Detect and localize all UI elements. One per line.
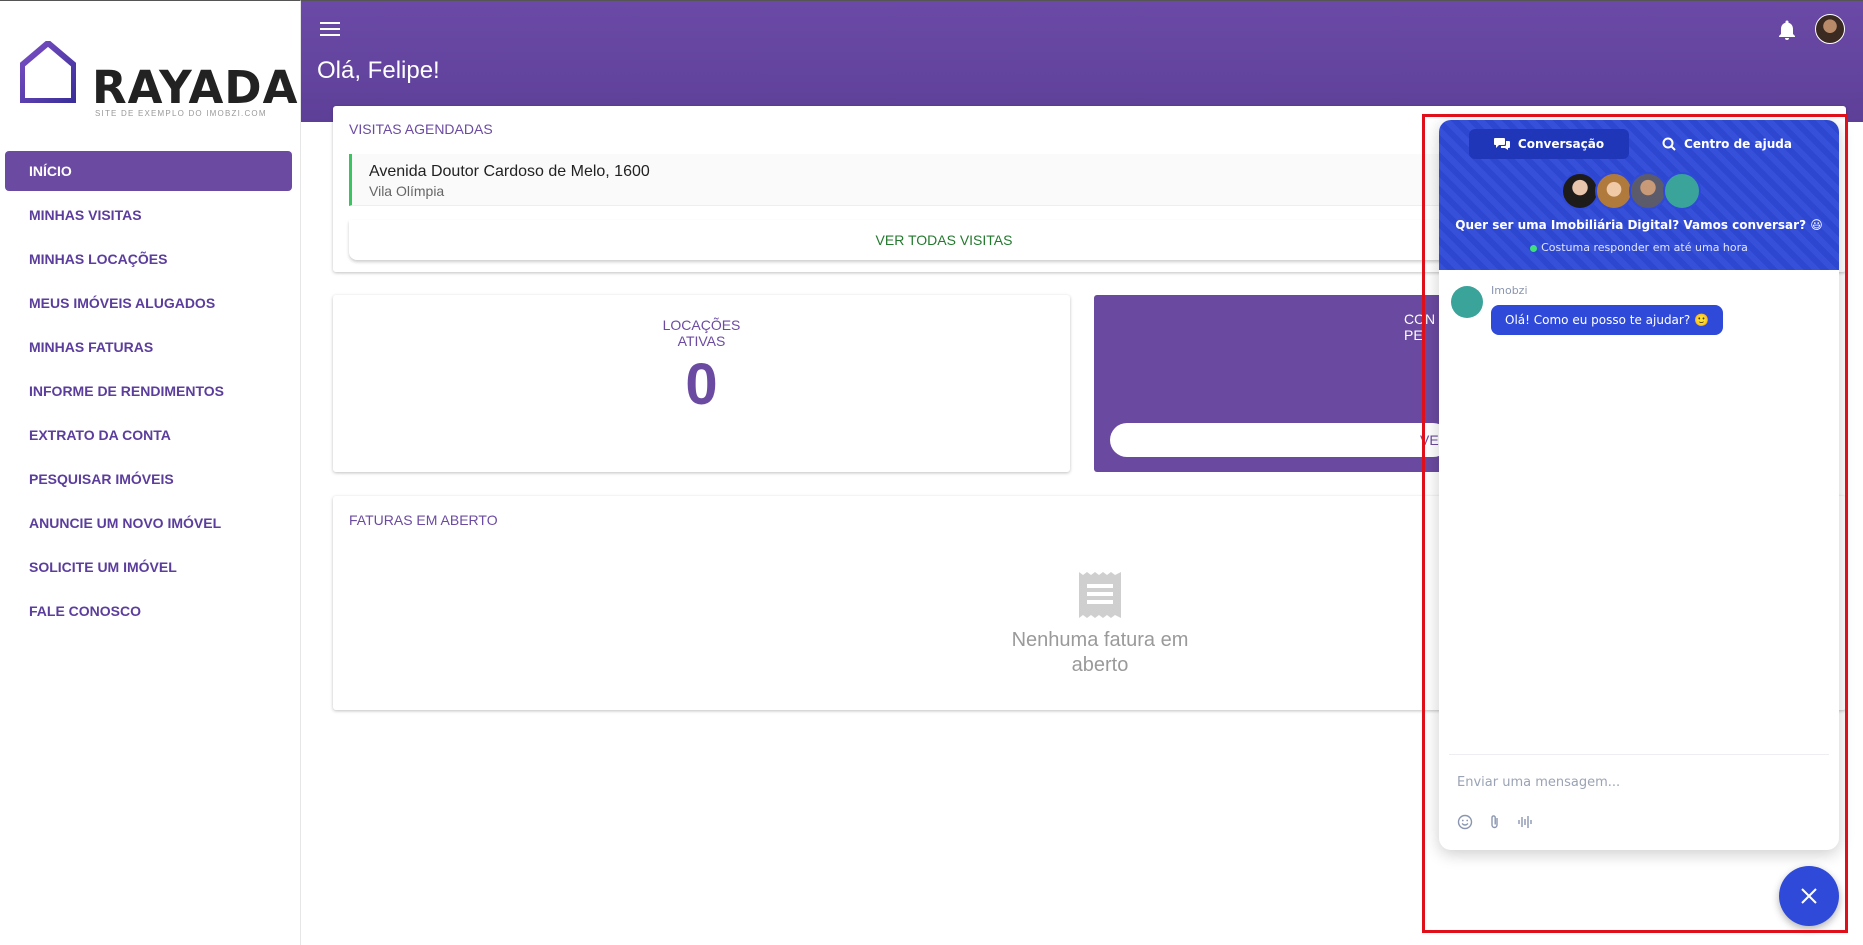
brand-tagline: SITE DE EXEMPLO DO IMOBZI.COM (95, 109, 267, 118)
account-summary-title: CON PE (1404, 311, 1436, 343)
chat-message: Olá! Como eu posso te ajudar? 🙂 (1491, 305, 1723, 335)
tab-help-center[interactable]: Centro de ajuda (1647, 129, 1807, 159)
bot-avatar (1451, 286, 1483, 318)
divider (1449, 754, 1829, 755)
search-icon (1662, 137, 1676, 151)
sidebar-item-inicio[interactable]: INÍCIO (5, 151, 292, 191)
active-rentals-card: LOCAÇÕES ATIVAS 0 (333, 295, 1070, 472)
emoji-icon[interactable] (1457, 814, 1473, 830)
active-rentals-label: LOCAÇÕES ATIVAS (662, 317, 741, 349)
avatar (1595, 172, 1633, 210)
audio-wave-icon[interactable] (1517, 814, 1533, 830)
receipt-icon (1079, 572, 1121, 618)
chat-toolbar (1457, 814, 1533, 830)
account-summary-button[interactable]: VE (1110, 423, 1450, 457)
sidebar-item-fale-conosco[interactable]: FALE CONOSCO (5, 591, 292, 631)
visits-title: VISITAS AGENDADAS (349, 121, 493, 137)
visit-address: Avenida Doutor Cardoso de Melo, 1600 (369, 163, 650, 180)
sidebar-item-anuncie-imovel[interactable]: ANUNCIE UM NOVO IMÓVEL (5, 503, 292, 543)
view-all-visits-button[interactable]: VER TODAS VISITAS (349, 220, 1539, 260)
visit-neighborhood: Vila Olímpia (369, 183, 445, 199)
user-avatar[interactable] (1815, 14, 1845, 44)
sidebar-item-pesquisar-imoveis[interactable]: PESQUISAR IMÓVEIS (5, 459, 292, 499)
brand-name: RAYADA (92, 61, 299, 114)
sidebar-item-minhas-visitas[interactable]: MINHAS VISITAS (5, 195, 292, 235)
open-invoices-title: FATURAS EM ABERTO (349, 512, 498, 528)
sidebar-item-solicite-imovel[interactable]: SOLICITE UM IMÓVEL (5, 547, 292, 587)
sidebar-nav: INÍCIO MINHAS VISITAS MINHAS LOCAÇÕES ME… (5, 151, 292, 635)
agent-avatars (1561, 172, 1721, 210)
brand-logo[interactable]: RAYADA SITE DE EXEMPLO DO IMOBZI.COM (20, 41, 297, 121)
sidebar: RAYADA SITE DE EXEMPLO DO IMOBZI.COM INÍ… (0, 0, 301, 945)
sidebar-item-informe-de-rendimentos[interactable]: INFORME DE RENDIMENTOS (5, 371, 292, 411)
account-summary-card: CON PE VE (1094, 295, 1454, 472)
active-rentals-count: 0 (685, 352, 718, 417)
sidebar-item-minhas-faturas[interactable]: MINHAS FATURAS (5, 327, 292, 367)
sidebar-item-extrato-da-conta[interactable]: EXTRATO DA CONTA (5, 415, 292, 455)
list-item[interactable]: Avenida Doutor Cardoso de Melo, 1600 Vil… (349, 154, 1539, 206)
empty-invoices-message: Nenhuma fatura em aberto (1011, 629, 1189, 676)
bell-icon[interactable] (1775, 18, 1799, 42)
chat-status: Costuma responder em até uma hora (1439, 241, 1839, 254)
avatar (1663, 172, 1701, 210)
hamburger-icon[interactable] (320, 22, 340, 38)
close-icon (1801, 888, 1817, 904)
page-header (301, 0, 1863, 122)
bot-name: Imobzi (1491, 284, 1528, 297)
sidebar-item-minhas-locacoes[interactable]: MINHAS LOCAÇÕES (5, 239, 292, 279)
chat-message-input[interactable] (1457, 770, 1817, 794)
house-logo-icon (20, 41, 76, 103)
sidebar-item-meus-imoveis-alugados[interactable]: MEUS IMÓVEIS ALUGADOS (5, 283, 292, 323)
tab-conversation[interactable]: Conversação (1469, 129, 1629, 159)
avatar (1561, 172, 1599, 210)
page-title: Olá, Felipe! (317, 57, 440, 84)
chat-header: Conversação Centro de ajuda Quer ser uma… (1439, 120, 1839, 270)
close-chat-button[interactable] (1779, 866, 1839, 926)
chat-bubbles-icon (1493, 138, 1510, 150)
chat-widget: Conversação Centro de ajuda Quer ser uma… (1439, 120, 1839, 850)
chat-headline: Quer ser uma Imobiliária Digital? Vamos … (1455, 218, 1823, 232)
paperclip-icon[interactable] (1487, 814, 1503, 830)
online-dot-icon (1530, 244, 1538, 252)
avatar (1629, 172, 1667, 210)
